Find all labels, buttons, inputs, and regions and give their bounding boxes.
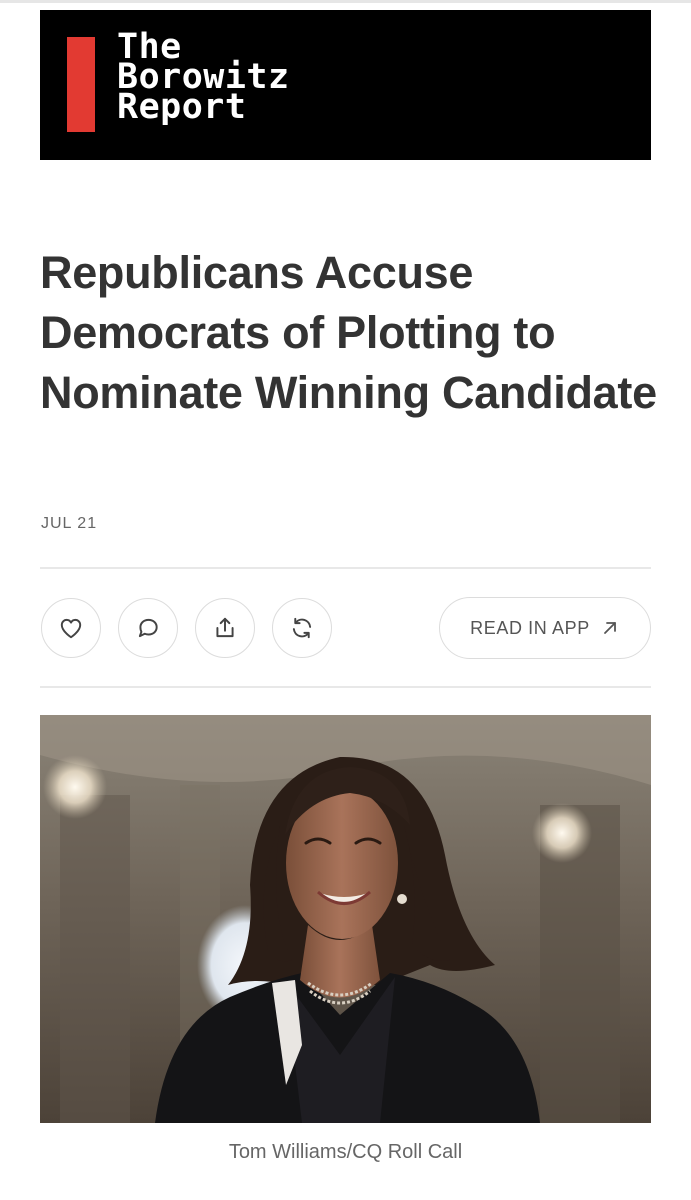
article-title: Republicans Accuse Democrats of Plotting… — [40, 247, 657, 418]
comment-button[interactable] — [118, 598, 178, 658]
publication-banner[interactable]: The Borowitz Report — [40, 10, 651, 160]
like-button[interactable] — [41, 598, 101, 658]
read-in-app-label: READ IN APP — [470, 617, 590, 638]
comment-bubble-icon — [138, 618, 158, 638]
divider-top — [40, 567, 651, 569]
article-date: JUL 21 — [41, 515, 98, 532]
share-button[interactable] — [195, 598, 255, 658]
share-upload-icon — [216, 617, 234, 638]
arrow-up-right-icon — [603, 622, 616, 634]
publication-logo: The Borowitz Report — [117, 30, 290, 125]
restack-arrows-icon — [292, 617, 312, 639]
divider-bottom — [40, 686, 651, 688]
heart-icon — [60, 618, 82, 639]
article-photo — [40, 715, 651, 1123]
banner-accent-bar — [67, 37, 95, 132]
photo-credit: Tom Williams/CQ Roll Call — [228, 1141, 463, 1163]
top-divider — [0, 0, 691, 3]
read-in-app-button[interactable]: READ IN APP — [439, 597, 651, 659]
restack-button[interactable] — [272, 598, 332, 658]
